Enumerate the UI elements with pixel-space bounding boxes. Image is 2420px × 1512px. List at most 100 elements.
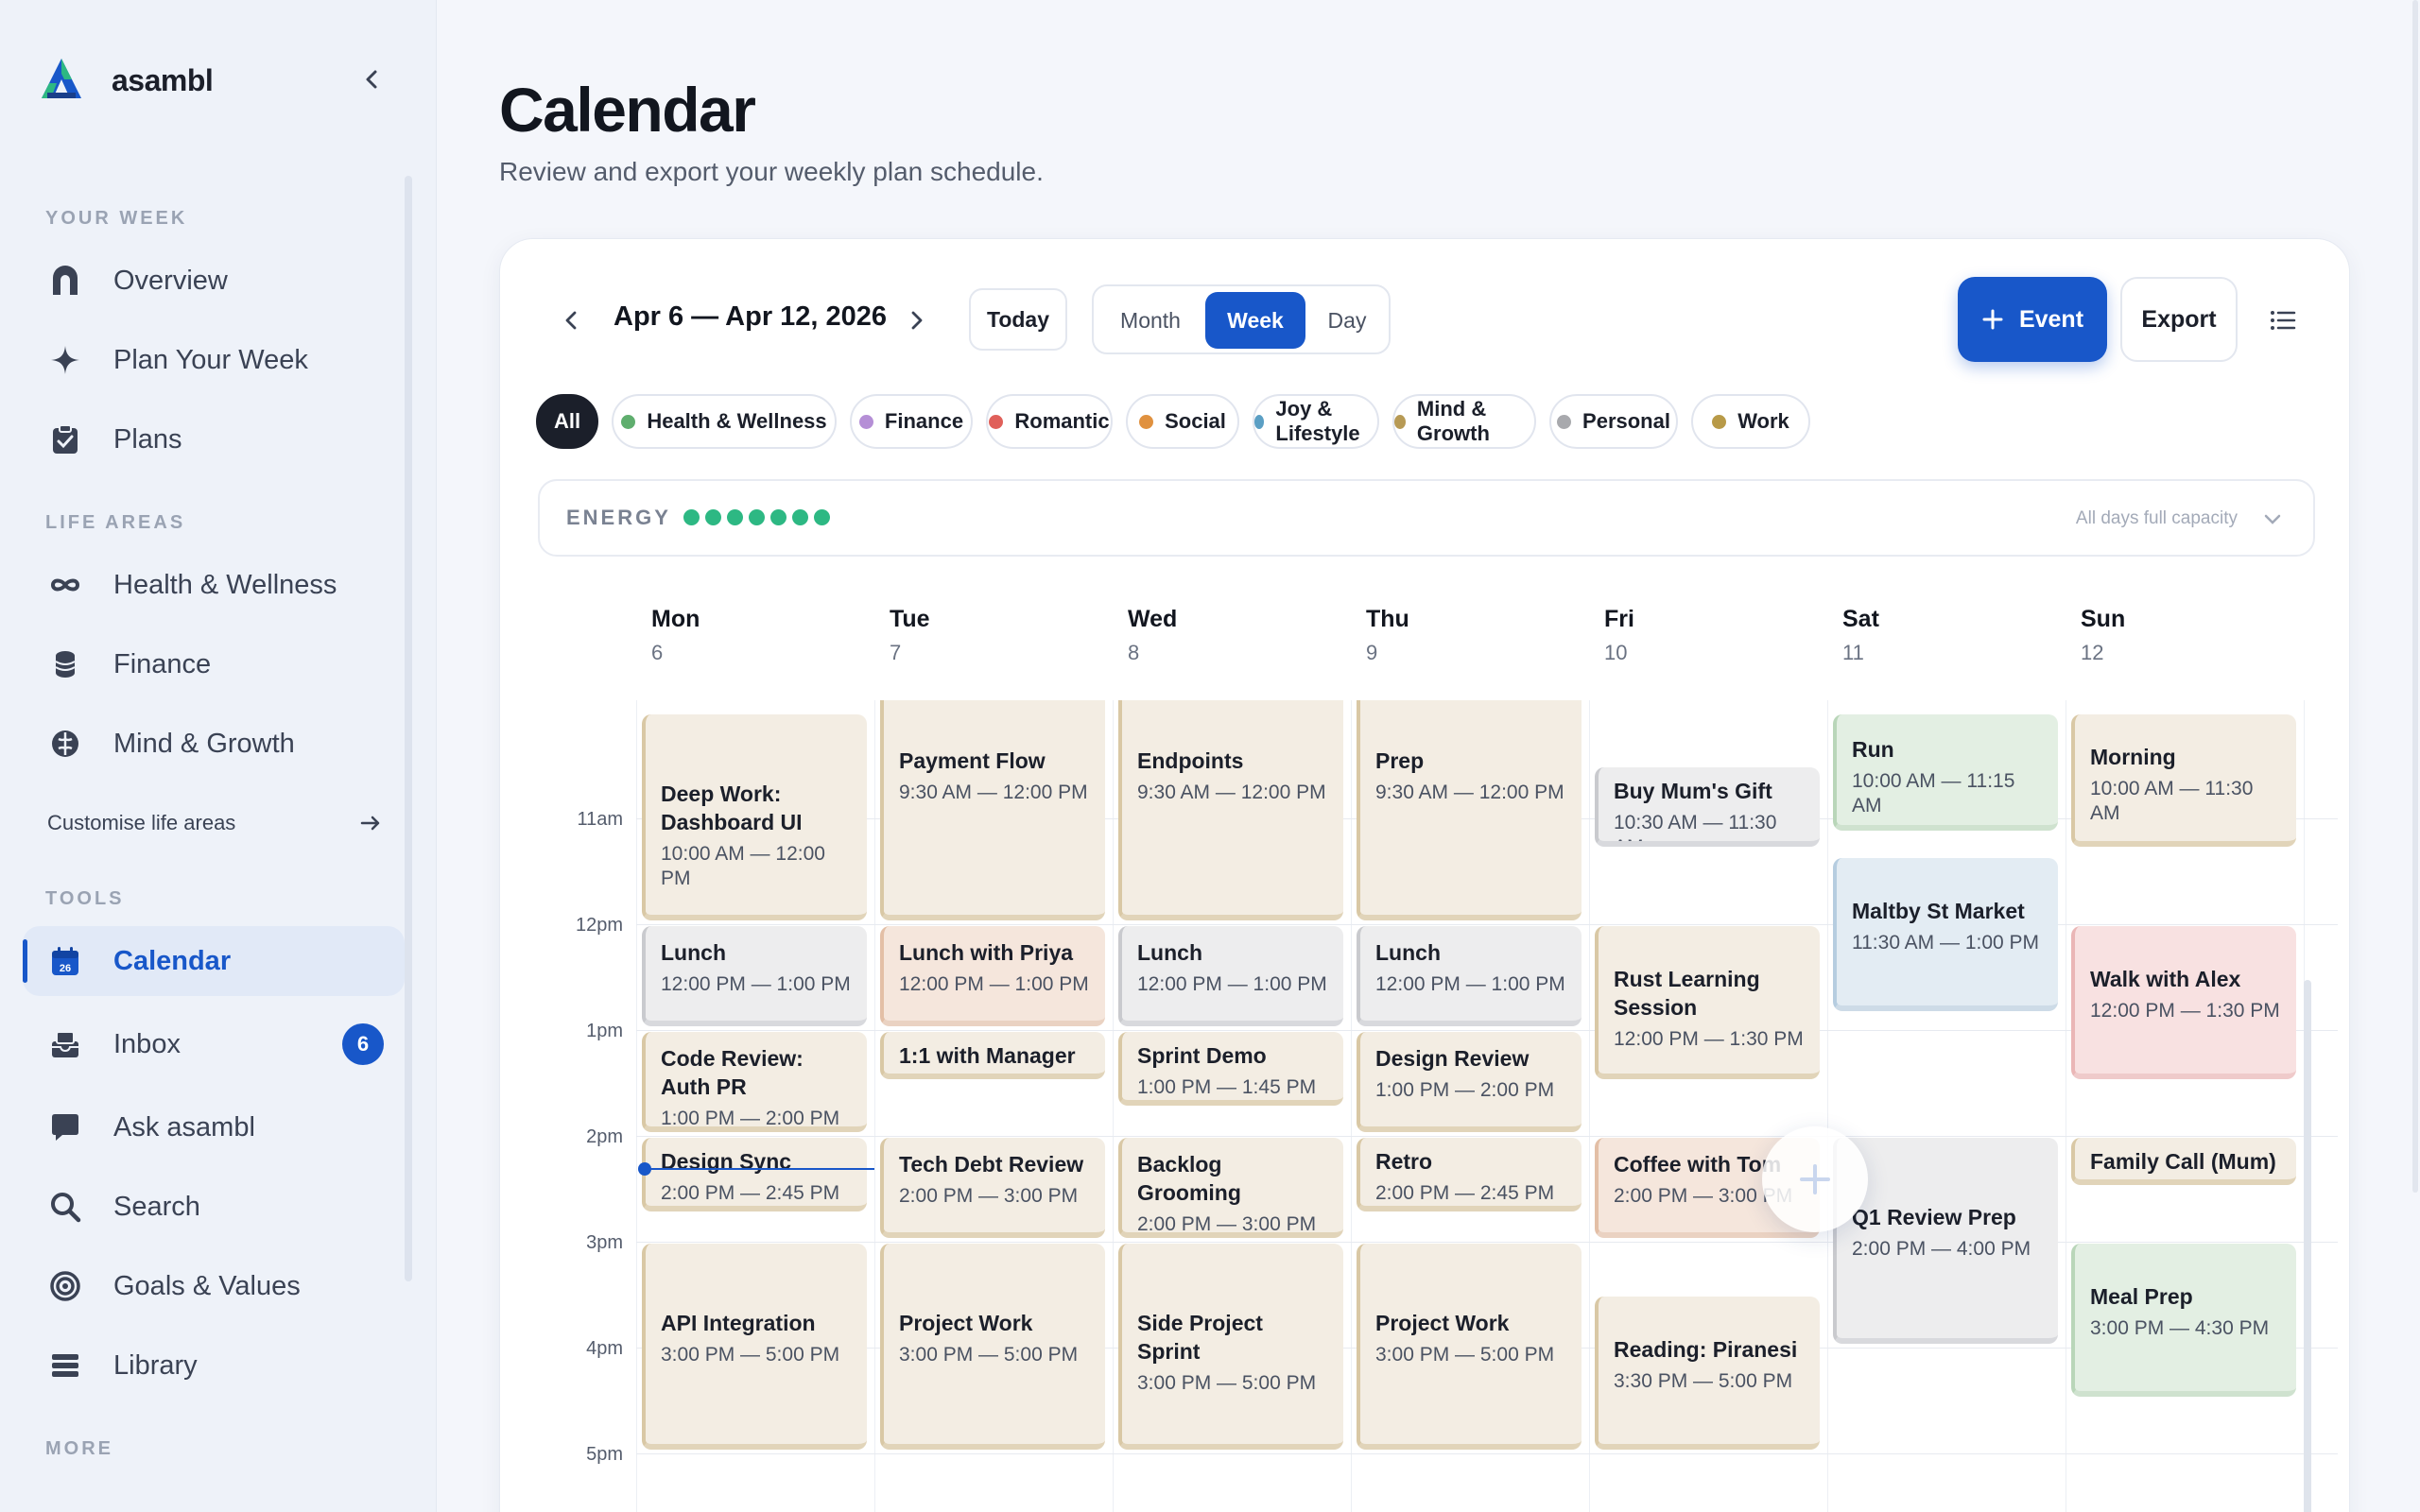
day-header-sat[interactable]: Sat 11	[1842, 606, 1879, 665]
nav-item-overview[interactable]: Overview	[23, 246, 405, 316]
arrow-right-icon	[360, 816, 380, 831]
event-time: 1:00 PM — 2:00 PM	[1375, 1079, 1555, 1102]
list-view-button[interactable]	[2260, 298, 2306, 343]
calendar-event[interactable]: Maltby St Market 11:30 AM — 1:00 PM	[1833, 857, 2058, 1011]
nav-label: Goals & Values	[113, 1270, 301, 1301]
filter-chip-work[interactable]: Work	[1691, 394, 1810, 449]
week-time-grid[interactable]: 11am12pm1pm2pm3pm4pm5pm6pmDeep Work: Das…	[500, 700, 2349, 1512]
nav-item-ask-asambl[interactable]: Ask asambl	[23, 1092, 405, 1162]
calendar-event[interactable]: Sprint Demo 1:00 PM — 1:45 PM	[1118, 1032, 1343, 1107]
calendar-event[interactable]: Design Sync 2:00 PM — 2:45 PM	[642, 1138, 867, 1212]
calendar-scrollbar[interactable]	[2304, 980, 2311, 1512]
export-button[interactable]: Export	[2120, 277, 2238, 362]
add-event-button[interactable]: Event	[1958, 277, 2107, 362]
energy-capacity-text: All days full capacity	[2075, 508, 2238, 528]
calendar-event[interactable]: Endpoints 9:30 AM — 12:00 PM	[1118, 700, 1343, 921]
nav-item-plan-your-week[interactable]: Plan Your Week	[23, 325, 405, 395]
calendar-event[interactable]: Reading: Piranesi 3:30 PM — 5:00 PM	[1595, 1297, 1820, 1451]
hour-label: 12pm	[575, 915, 623, 936]
today-button[interactable]: Today	[969, 288, 1067, 351]
calendar-event[interactable]: Code Review: Auth PR 1:00 PM — 2:00 PM	[642, 1032, 867, 1133]
view-day-button[interactable]: Day	[1309, 292, 1385, 349]
calendar-event[interactable]: Walk with Alex 12:00 PM — 1:30 PM	[2071, 926, 2296, 1080]
calendar-event[interactable]: Rust Learning Session 12:00 PM — 1:30 PM	[1595, 926, 1820, 1080]
calendar-event[interactable]: Project Work 3:00 PM — 5:00 PM	[1357, 1244, 1582, 1451]
event-time: 3:00 PM — 5:00 PM	[1375, 1344, 1555, 1366]
section-label-your-week: YOUR WEEK	[45, 208, 188, 229]
filter-chip-personal[interactable]: Personal	[1549, 394, 1678, 449]
event-title: 1:1 with Manager	[899, 1043, 1076, 1069]
day-header-tue[interactable]: Tue 7	[890, 606, 930, 665]
calendar-event[interactable]: API Integration 3:00 PM — 5:00 PM	[642, 1244, 867, 1451]
collapse-sidebar-button[interactable]	[354, 60, 391, 98]
filter-chip-all[interactable]: All	[536, 394, 598, 449]
filter-chip-social[interactable]: Social	[1126, 394, 1239, 449]
day-header-thu[interactable]: Thu 9	[1366, 606, 1409, 665]
previous-week-button[interactable]	[553, 301, 591, 339]
calendar-event[interactable]: Side Project Sprint 3:00 PM — 5:00 PM	[1118, 1244, 1343, 1451]
energy-dot	[683, 509, 700, 525]
nav-item-health-wellness[interactable]: Health & Wellness	[23, 550, 405, 620]
day-header-wed[interactable]: Wed 8	[1128, 606, 1177, 665]
calendar-event[interactable]: Meal Prep 3:00 PM — 4:30 PM	[2071, 1244, 2296, 1398]
filter-chip-joy-lifestyle[interactable]: Joy & Lifestyle	[1253, 394, 1379, 449]
nav-item-inbox[interactable]: Inbox 6	[23, 1009, 405, 1079]
hour-label: 2pm	[586, 1126, 623, 1148]
customise-life-areas-link[interactable]: Customise life areas	[47, 811, 382, 835]
day-header-fri[interactable]: Fri 10	[1604, 606, 1634, 665]
day-header-sun[interactable]: Sun 12	[2081, 606, 2125, 665]
nav-item-search[interactable]: Search	[23, 1172, 405, 1242]
nav-item-goals-values[interactable]: Goals & Values	[23, 1251, 405, 1321]
floating-add-button[interactable]	[1762, 1126, 1868, 1232]
brand[interactable]: asambl	[36, 55, 214, 106]
energy-panel[interactable]: ENERGY All days full capacity	[538, 479, 2315, 557]
sidebar-scrollbar[interactable]	[405, 176, 412, 1281]
filter-chip-finance[interactable]: Finance	[850, 394, 973, 449]
calendar-event[interactable]: Lunch 12:00 PM — 1:00 PM	[642, 926, 867, 1027]
nav-item-plans[interactable]: Plans	[23, 404, 405, 474]
calendar-event[interactable]: Lunch 12:00 PM — 1:00 PM	[1118, 926, 1343, 1027]
calendar-event[interactable]: Backlog Grooming 2:00 PM — 3:00 PM	[1118, 1138, 1343, 1239]
event-time: 12:00 PM — 1:30 PM	[1614, 1028, 1804, 1051]
category-color-dot	[1254, 414, 1265, 429]
calendar-event[interactable]: Deep Work: Dashboard UI 10:00 AM — 12:00 …	[642, 714, 867, 921]
nav-label: Overview	[113, 265, 228, 296]
event-time: 2:00 PM — 4:00 PM	[1852, 1238, 2031, 1261]
calendar-event[interactable]: Payment Flow 9:30 AM — 12:00 PM	[880, 700, 1105, 921]
filter-chip-mind-growth[interactable]: Mind & Growth	[1392, 394, 1536, 449]
event-time: 9:30 AM — 12:00 PM	[1375, 782, 1564, 804]
calendar-event[interactable]: Tech Debt Review 2:00 PM — 3:00 PM	[880, 1138, 1105, 1239]
calendar-event[interactable]: Design Review 1:00 PM — 2:00 PM	[1357, 1032, 1582, 1133]
filter-chip-health-wellness[interactable]: Health & Wellness	[612, 394, 837, 449]
calendar-event[interactable]: Lunch 12:00 PM — 1:00 PM	[1357, 926, 1582, 1027]
page-title: Calendar	[499, 75, 756, 145]
calendar-event[interactable]: Lunch with Priya 12:00 PM — 1:00 PM	[880, 926, 1105, 1027]
page-scrollbar[interactable]	[2412, 0, 2418, 1193]
nav-label: Plan Your Week	[113, 344, 308, 375]
nav-item-library[interactable]: Library	[23, 1331, 405, 1400]
next-week-button[interactable]	[897, 301, 935, 339]
calendar-event[interactable]: 1:1 with Manager 1:00 PM — 1:30 PM	[880, 1032, 1105, 1080]
nav-item-calendar[interactable]: 26 Calendar	[23, 926, 405, 996]
nav-item-finance[interactable]: Finance	[23, 629, 405, 699]
day-name: Tue	[890, 606, 930, 632]
view-week-button[interactable]: Week	[1205, 292, 1305, 349]
clipboard-check-icon	[47, 421, 83, 457]
filter-chip-romantic[interactable]: Romantic	[986, 394, 1113, 449]
calendar-event[interactable]: Morning 10:00 AM — 11:30 AM	[2071, 714, 2296, 848]
calendar-event[interactable]: Project Work 3:00 PM — 5:00 PM	[880, 1244, 1105, 1451]
view-month-button[interactable]: Month	[1101, 292, 1200, 349]
day-header-mon[interactable]: Mon 6	[651, 606, 700, 665]
calendar-event[interactable]: Prep 9:30 AM — 12:00 PM	[1357, 700, 1582, 921]
calendar-event[interactable]: Run 10:00 AM — 11:15 AM	[1833, 714, 2058, 832]
calendar-event[interactable]: Family Call (Mum) 2:00 PM — 2:30 PM	[2071, 1138, 2296, 1186]
nav-item-mind-growth[interactable]: Mind & Growth	[23, 709, 405, 779]
event-time: 3:30 PM — 5:00 PM	[1614, 1370, 1793, 1393]
filter-chip-label: Work	[1737, 409, 1789, 433]
event-title: Lunch	[1375, 940, 1441, 966]
filter-chip-label: Social	[1165, 409, 1226, 433]
calendar-event[interactable]: Retro 2:00 PM — 2:45 PM	[1357, 1138, 1582, 1212]
chevron-down-icon[interactable]	[2260, 507, 2285, 532]
calendar-event[interactable]: Buy Mum's Gift 10:30 AM — 11:30 AM	[1595, 767, 1820, 848]
filter-chip-label: Mind & Growth	[1416, 397, 1490, 445]
